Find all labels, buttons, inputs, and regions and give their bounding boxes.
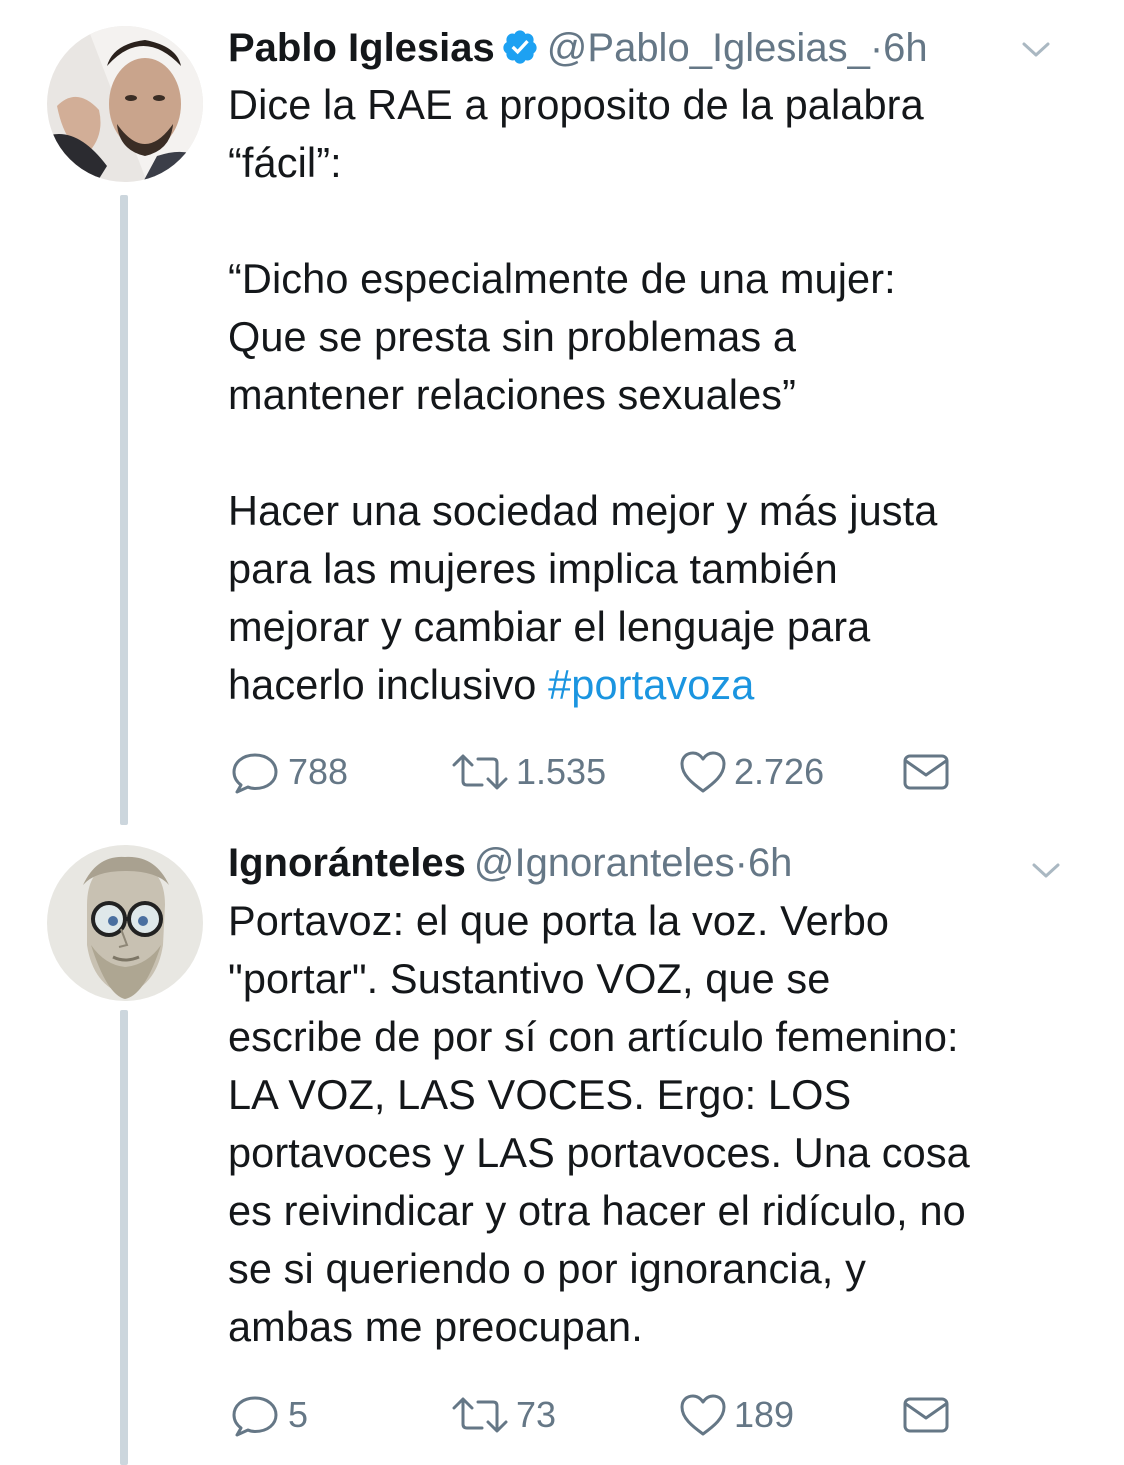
retweet-count: 1.535: [516, 751, 607, 792]
speech-bubble-icon: [232, 1396, 278, 1437]
thread-connector-line: [120, 195, 128, 825]
avatar-photo-icon: [47, 26, 203, 182]
speech-bubble-icon: [232, 753, 278, 794]
tweet-timestamp[interactable]: 6h: [748, 841, 793, 885]
separator-dot: ·: [869, 26, 884, 70]
like-count: 2.726: [734, 751, 825, 792]
retweet-arrows-icon: [452, 754, 508, 790]
tweet-text: Portavoz: el que porta la voz. Verbo "po…: [228, 892, 1108, 1356]
conversation-thread: Pablo Iglesias @Pablo_Iglesias_·6h Dice …: [0, 0, 1124, 1465]
tweet-text-content: Portavoz: el que porta la voz. Verbo "po…: [228, 897, 970, 1350]
retweet-arrows-icon: [452, 1397, 508, 1433]
chevron-down-icon[interactable]: [1028, 843, 1064, 895]
envelope-icon: [903, 754, 949, 790]
tweet-header: Ignoránteles @Ignoranteles·6h: [228, 837, 1094, 889]
direct-message-button[interactable]: [902, 742, 950, 802]
retweet-button[interactable]: 73: [450, 1385, 556, 1445]
tweet-header: Pablo Iglesias @Pablo_Iglesias_·6h: [228, 22, 1094, 74]
heart-icon: [680, 1394, 726, 1436]
heart-icon: [680, 751, 726, 793]
like-count: 189: [734, 1394, 795, 1435]
reply-button[interactable]: 5: [228, 1385, 308, 1445]
avatar[interactable]: [47, 26, 203, 182]
like-button[interactable]: 189: [678, 1385, 794, 1445]
tweet[interactable]: Pablo Iglesias @Pablo_Iglesias_·6h Dice …: [0, 0, 1124, 825]
avatar[interactable]: [47, 845, 203, 1001]
verified-badge-icon: [503, 30, 537, 64]
author-name[interactable]: Pablo Iglesias: [228, 26, 495, 70]
hashtag-link[interactable]: #portavoza: [548, 661, 754, 708]
author-handle[interactable]: @Ignoranteles: [474, 841, 735, 885]
like-button[interactable]: 2.726: [678, 742, 824, 802]
author-name[interactable]: Ignoránteles: [228, 841, 466, 885]
tweet-actions: 5 73 189: [228, 1385, 988, 1445]
tweet[interactable]: Ignoránteles @Ignoranteles·6h Portavoz: e…: [0, 820, 1124, 1465]
tweet-timestamp[interactable]: 6h: [883, 26, 928, 70]
chevron-down-icon[interactable]: [1018, 22, 1054, 74]
reply-count: 788: [288, 751, 349, 792]
retweet-button[interactable]: 1.535: [450, 742, 606, 802]
reply-button[interactable]: 788: [228, 742, 348, 802]
tweet-text-content: Dice la RAE a proposito de la palabra “f…: [228, 81, 938, 708]
thread-connector-line: [120, 1010, 128, 1465]
retweet-count: 73: [516, 1394, 557, 1435]
author-handle[interactable]: @Pablo_Iglesias_: [547, 26, 870, 70]
tweet-text: Dice la RAE a proposito de la palabra “f…: [228, 76, 1108, 714]
avatar-bust-statue-icon: [47, 845, 203, 1001]
reply-count: 5: [288, 1394, 309, 1435]
direct-message-button[interactable]: [902, 1385, 950, 1445]
envelope-icon: [903, 1397, 949, 1433]
tweet-actions: 788 1.535 2.726: [228, 742, 988, 802]
separator-dot: ·: [734, 841, 748, 885]
